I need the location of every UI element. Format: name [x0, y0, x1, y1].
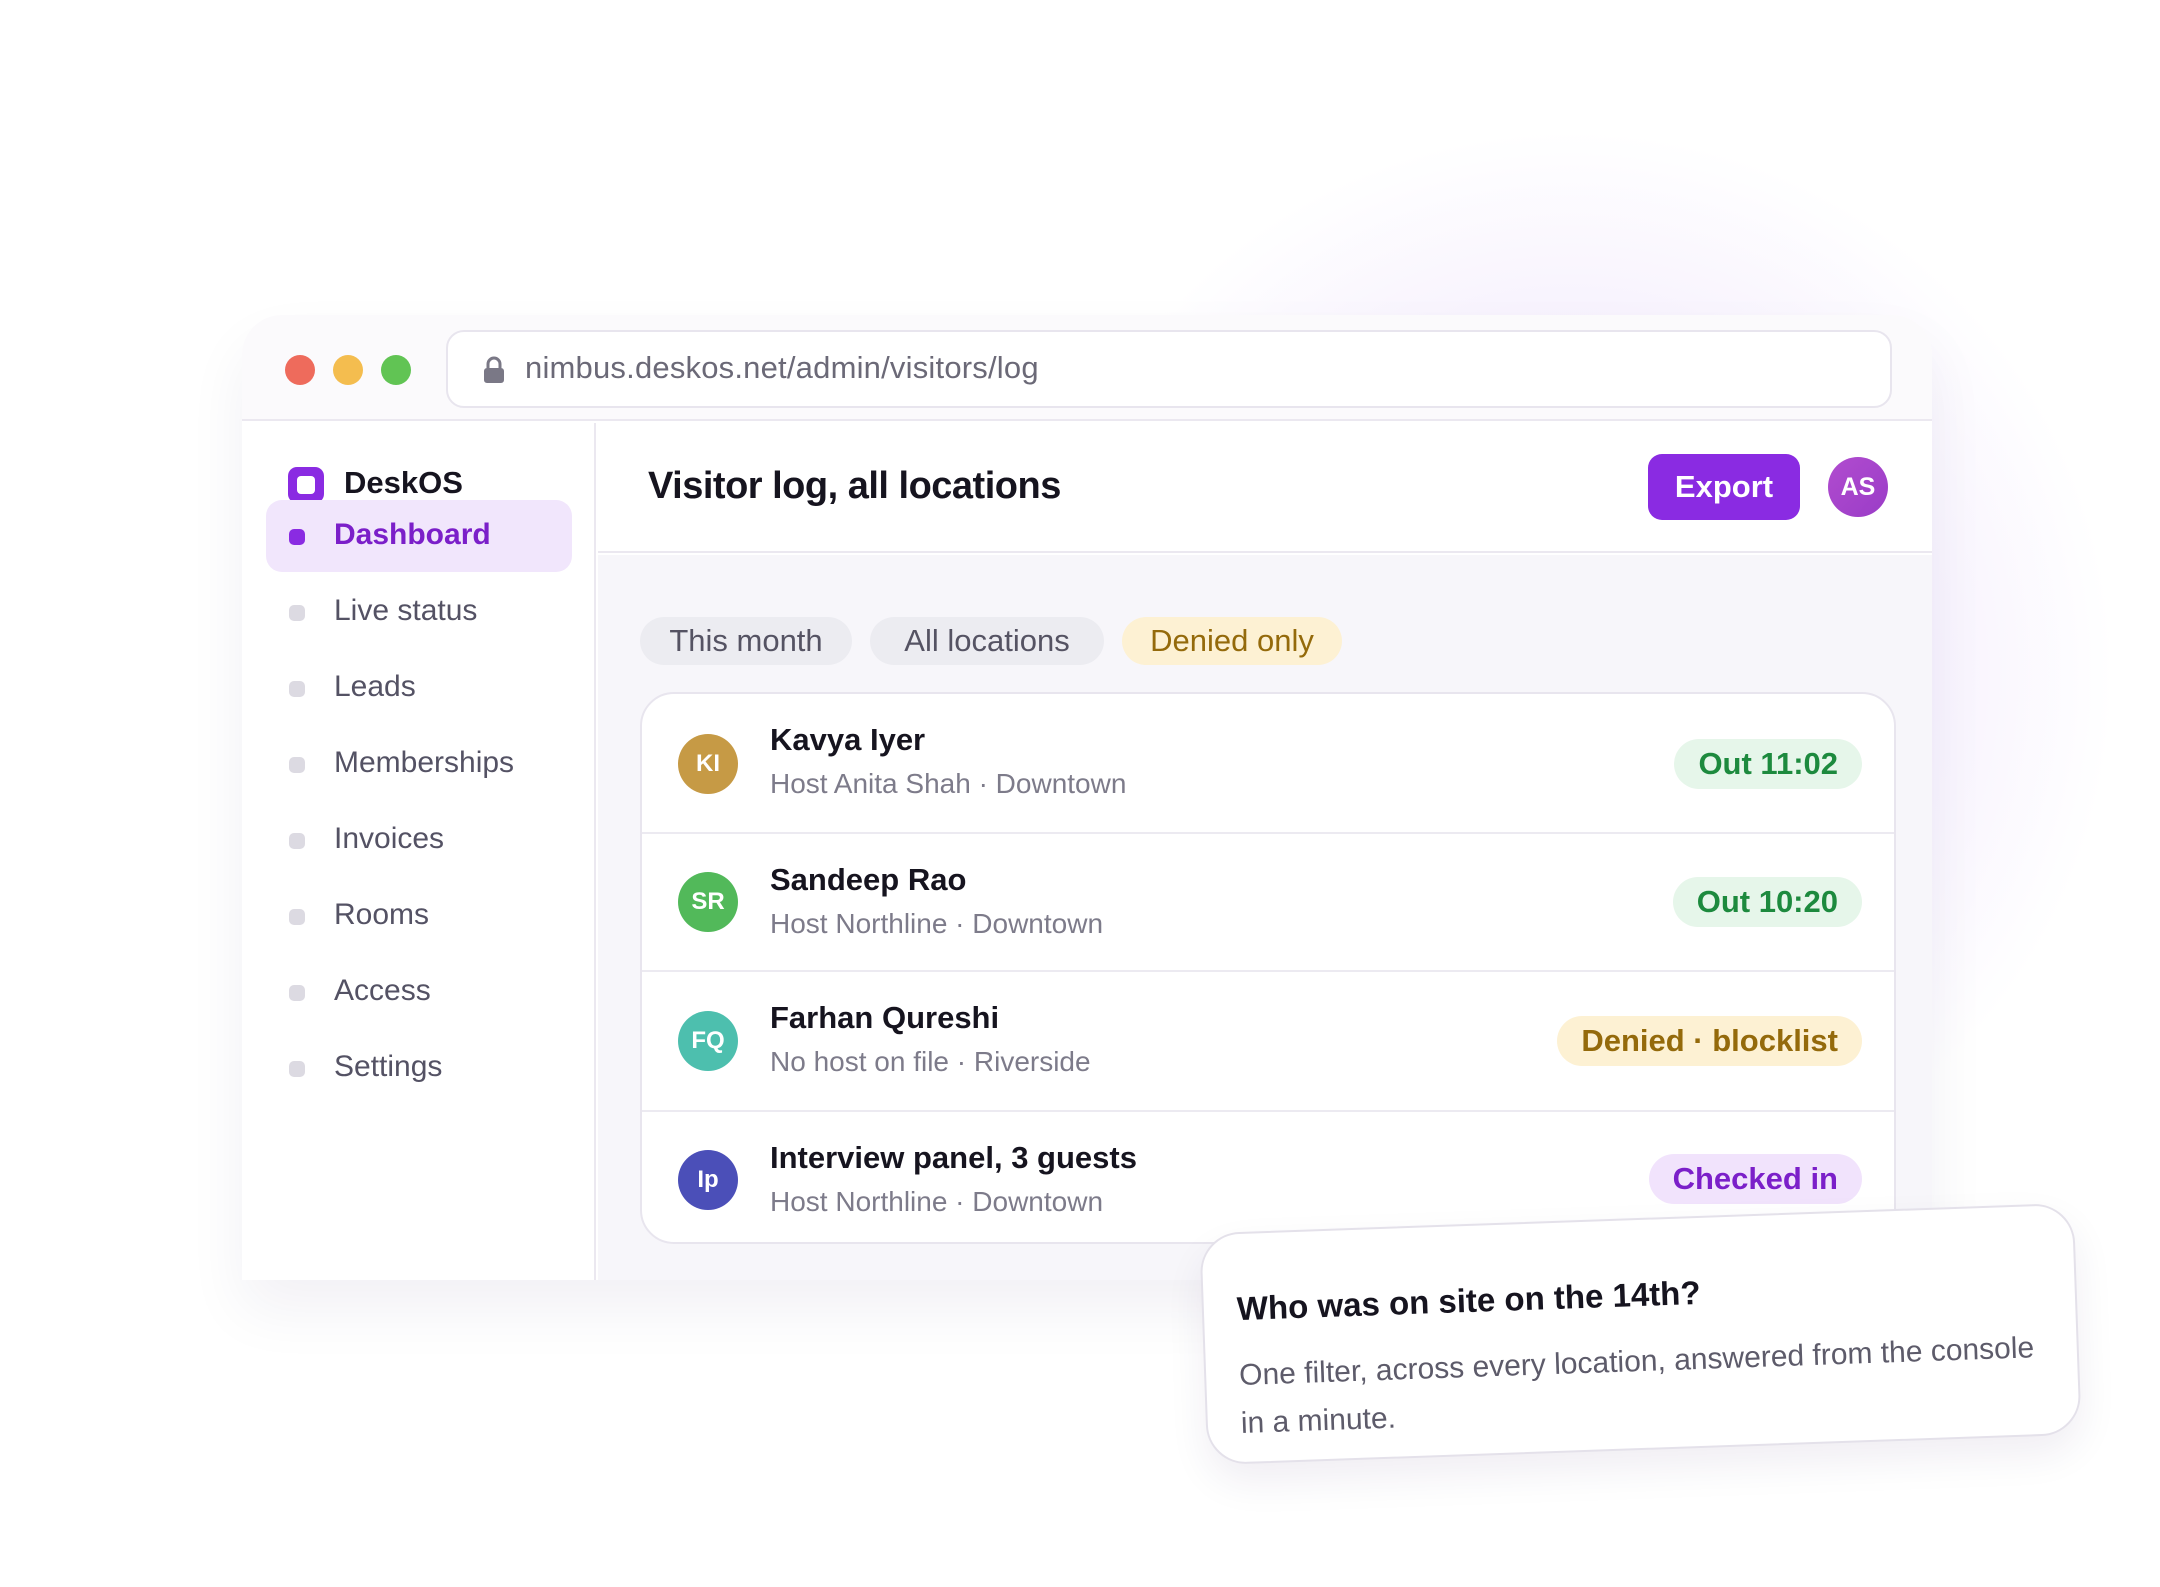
sidebar-item-invoices[interactable]: Invoices	[266, 804, 572, 876]
sidebar-item-label: Leads	[334, 670, 416, 703]
status-badge: Out 10:20	[1672, 877, 1862, 927]
close-window-button[interactable]	[285, 355, 315, 385]
visitor-name: Sandeep Rao	[770, 862, 967, 897]
sidebar-item-memberships[interactable]: Memberships	[266, 728, 572, 800]
url-text: nimbus.deskos.net/admin/visitors/log	[525, 350, 1039, 385]
browser-titlebar: nimbus.deskos.net/admin/visitors/log	[242, 315, 1932, 421]
lock-icon	[484, 356, 504, 383]
visitor-name: Interview panel, 3 guests	[770, 1140, 1137, 1175]
visitor-host-location: Host Northline · Downtown	[770, 908, 1104, 939]
visitor-name: Farhan Qureshi	[770, 1000, 1000, 1035]
callout-card: Who was on site on the 14th? One filter,…	[1199, 1202, 2082, 1466]
sidebar-item-leads[interactable]: Leads	[266, 652, 572, 724]
sidebar-item-label: Dashboard	[334, 518, 491, 551]
sidebar-item-dashboard[interactable]: Dashboard	[266, 500, 572, 572]
sidebar-item-label: Live status	[334, 594, 478, 627]
visitor-name: Kavya Iyer	[770, 722, 926, 757]
avatar: KI	[678, 734, 738, 794]
sidebar-item-rooms[interactable]: Rooms	[266, 880, 572, 952]
nav-bullet-icon	[289, 1061, 305, 1077]
nav-bullet-icon	[289, 605, 305, 621]
sidebar-item-access[interactable]: Access	[266, 956, 572, 1028]
nav-bullet-icon	[289, 529, 305, 545]
visitor-host-location: Host Northline · Downtown	[770, 1186, 1104, 1217]
sidebar-item-label: Access	[334, 974, 431, 1007]
avatar: SR	[678, 872, 738, 932]
address-bar[interactable]: nimbus.deskos.net/admin/visitors/log	[446, 330, 1892, 408]
avatar: FQ	[678, 1011, 738, 1071]
sidebar-item-live-status[interactable]: Live status	[266, 576, 572, 648]
nav-bullet-icon	[289, 681, 305, 697]
avatar: Ip	[678, 1150, 738, 1210]
nav-bullet-icon	[289, 833, 305, 849]
status-badge: Denied · blocklist	[1557, 1016, 1862, 1066]
sidebar: DeskOS Dashboard Live status Leads Membe…	[242, 423, 596, 1280]
callout-body: One filter, across every location, answe…	[1238, 1331, 2035, 1440]
visitor-list: KI Kavya Iyer Host Anita Shah · Downtown…	[640, 692, 1896, 1244]
stage: nimbus.deskos.net/admin/visitors/log Des…	[0, 0, 2160, 1587]
brand-name: DeskOS	[344, 465, 463, 500]
user-avatar[interactable]: AS	[1828, 457, 1888, 517]
sidebar-item-settings[interactable]: Settings	[266, 1032, 572, 1104]
nav-bullet-icon	[289, 909, 305, 925]
visitor-host-location: No host on file · Riverside	[770, 1046, 1091, 1077]
sidebar-item-label: Rooms	[334, 898, 430, 931]
sidebar-item-label: Settings	[334, 1050, 443, 1083]
page-header: Visitor log, all locations Export AS	[598, 423, 1932, 553]
browser-window: nimbus.deskos.net/admin/visitors/log Des…	[242, 315, 1932, 1280]
visitor-row[interactable]: KI Kavya Iyer Host Anita Shah · Downtown…	[642, 694, 1894, 834]
visitor-host-location: Host Anita Shah · Downtown	[770, 768, 1127, 799]
sidebar-item-label: Invoices	[334, 822, 445, 855]
export-button[interactable]: Export	[1648, 454, 1800, 520]
filter-chip-this-month[interactable]: This month	[640, 617, 852, 665]
filter-chip-denied-only[interactable]: Denied only	[1122, 617, 1342, 665]
nav-bullet-icon	[289, 985, 305, 1001]
maximize-window-button[interactable]	[381, 355, 411, 385]
filter-chip-all-locations[interactable]: All locations	[870, 617, 1104, 665]
minimize-window-button[interactable]	[333, 355, 363, 385]
nav-bullet-icon	[289, 757, 305, 773]
visitor-row[interactable]: SR Sandeep Rao Host Northline · Downtown…	[642, 834, 1894, 972]
status-badge: Out 11:02	[1674, 739, 1862, 789]
status-badge: Checked in	[1648, 1154, 1862, 1204]
brand-logo-icon	[288, 467, 324, 503]
sidebar-item-label: Memberships	[334, 746, 515, 779]
visitor-row[interactable]: FQ Farhan Qureshi No host on file · Rive…	[642, 972, 1894, 1112]
page-title: Visitor log, all locations	[648, 465, 1061, 507]
main-content: This month All locations Denied only KI …	[598, 555, 1932, 1280]
callout-title: Who was on site on the 14th?	[1236, 1273, 1702, 1328]
